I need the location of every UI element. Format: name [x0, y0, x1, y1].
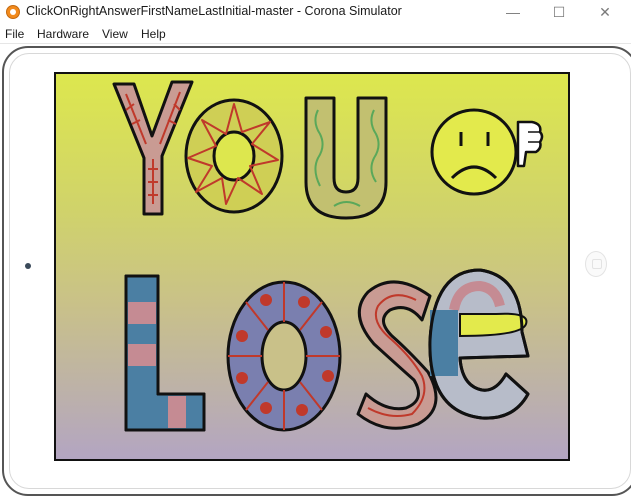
minimize-button[interactable]: —	[490, 0, 536, 24]
letter-s-drawing	[356, 280, 438, 430]
letter-o-dotted-drawing	[226, 280, 342, 432]
you-lose-artwork	[112, 80, 544, 432]
menu-help[interactable]: Help	[141, 27, 166, 41]
camera-icon	[25, 263, 31, 269]
title-bar: ClickOnRightAnswerFirstNameLastInitial-m…	[0, 0, 631, 24]
menu-view[interactable]: View	[102, 27, 128, 41]
letter-o-sun-drawing	[184, 98, 284, 214]
menu-file[interactable]: File	[5, 27, 24, 41]
simulator-screen[interactable]	[54, 72, 570, 461]
maximize-button[interactable]: ☐	[536, 0, 582, 24]
window-title: ClickOnRightAnswerFirstNameLastInitial-m…	[26, 4, 402, 18]
menu-hardware[interactable]: Hardware	[37, 27, 89, 41]
letter-e-drawing	[428, 268, 530, 420]
sad-face-icon	[430, 108, 518, 196]
corona-app-icon	[6, 5, 20, 19]
letter-y-drawing	[112, 80, 194, 216]
letter-l-drawing	[124, 274, 206, 432]
letter-u-drawing	[304, 96, 388, 220]
close-button[interactable]: ✕	[582, 0, 628, 24]
thumbs-down-icon	[516, 120, 544, 168]
home-button[interactable]	[585, 251, 607, 277]
menu-bar: File Hardware View Help	[0, 24, 631, 44]
